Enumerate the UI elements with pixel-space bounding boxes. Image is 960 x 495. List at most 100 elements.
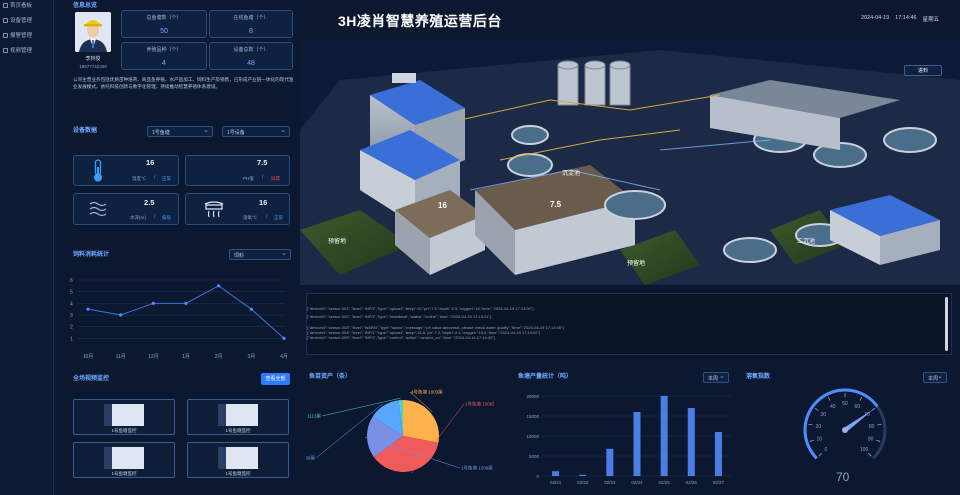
camera-feed[interactable]: 1号鱼塘监控 [73, 442, 175, 478]
camera-feed[interactable]: 1号鱼塘监控 [187, 442, 289, 478]
pie-label: 1号鱼塘 1309尾 [461, 465, 493, 472]
reading-label: 温度℃ [132, 176, 147, 181]
x-tick-label: 1月 [182, 354, 190, 360]
gauge-tick [868, 453, 872, 457]
camera-preview [104, 447, 144, 469]
bar [687, 408, 695, 476]
feed-series-line [87, 285, 285, 339]
camera-preview [218, 447, 258, 469]
stat-value: 4 [162, 60, 166, 67]
stat-card: 设备总数（个） 48 [209, 42, 293, 70]
pie-label: 3号鱼塘 1113尾 [306, 413, 321, 420]
feed-line-chart: 1 2 3 4 5 6 10月 11月 12月 1月 2月 3月 4月 [70, 278, 288, 360]
gauge-hub [842, 427, 848, 433]
flow-range-select[interactable]: 本周 [923, 372, 947, 383]
gauge-tick-label: 0 [825, 447, 828, 453]
camera-preview [218, 404, 258, 426]
y-tick-label: 1 [70, 336, 73, 342]
stat-card: 总鱼塘数（个） 50 [121, 10, 207, 38]
pond-select[interactable]: 1号鱼塘 [147, 126, 213, 137]
gauge-tick-label: 60 [854, 404, 860, 410]
scene-value: 7.5 [550, 200, 562, 209]
scene-label: 预留地 [328, 239, 347, 245]
view-all-button[interactable]: 查看全部 [261, 373, 290, 385]
divider: / [154, 214, 156, 220]
camera-label: 1号鱼塘监控 [111, 471, 137, 476]
camera-feed[interactable]: 1号鱼塘监控 [187, 399, 289, 435]
feed-section-title: 饲料消耗统计 [73, 252, 110, 258]
x-tick-label: 02/22 [577, 480, 589, 485]
reading-status: 异常 [271, 176, 280, 181]
flow-section-title: 溶氧指数 [746, 374, 771, 380]
gauge-tick [876, 439, 881, 442]
nav-item[interactable]: 设备管理 [3, 16, 32, 24]
gear-icon [3, 17, 8, 23]
reading-card: 2.5 水深(m) / 偏低 [73, 193, 179, 225]
reading-card: 16 温度℃ / 正常 [73, 155, 179, 186]
company-description: 公司主营业务包括优质苗种培育、商品鱼养殖、水产品加工、饲料生产及销售，已形成产业… [73, 77, 294, 89]
device-select[interactable]: 1号设备 [222, 126, 290, 137]
user-phone: 18977742300 [79, 64, 107, 69]
scene-value: 16 [438, 201, 447, 210]
scene-action-button[interactable]: 进料 [904, 65, 942, 76]
water-depth-icon [89, 201, 107, 217]
nav-item-label: 设备管理 [10, 18, 33, 24]
camera-label: 1号鱼塘监控 [111, 428, 137, 433]
bell-icon [3, 32, 8, 38]
reading-label: PH值 [243, 176, 254, 181]
stat-value: 48 [247, 60, 255, 67]
y-tick-label: 2 [70, 325, 73, 331]
pie-label: 2号鱼塘 1358尾 [306, 455, 315, 462]
assets-section-title: 鱼苗资产（条） [309, 374, 352, 380]
reading-card: 16 溶氧℃ / 正常 [185, 193, 290, 225]
stat-value: 50 [160, 28, 168, 35]
reading-value: 7.5 [257, 158, 268, 167]
plant-scene-svg [300, 40, 960, 285]
user-name: 李林俊 [85, 56, 101, 62]
video-section-title: 全场视频监控 [73, 376, 110, 382]
reading-card: 7.5 PH值 / 异常 [185, 155, 290, 186]
camera-label: 1号鱼塘监控 [225, 428, 251, 433]
gauge-tick [814, 407, 819, 411]
divider: / [266, 214, 268, 220]
info-section-title: 信息总览 [73, 3, 98, 9]
gauge-tick [859, 396, 863, 401]
y-tick-label: 20000 [526, 394, 539, 399]
bar [579, 474, 587, 476]
y-tick-label: 5 [70, 290, 73, 296]
nav-item-label: 报警管理 [10, 33, 33, 39]
nav-item[interactable]: 视频管理 [3, 46, 32, 54]
nav-item[interactable]: 报警管理 [3, 31, 32, 39]
camera-feed[interactable]: 1号鱼塘监控 [73, 399, 175, 435]
stat-label: 设备总数（个） [233, 47, 269, 53]
x-tick-label: 11月 [116, 354, 126, 360]
gauge-tick-label: 10 [817, 436, 823, 442]
assets-pie-chart: 4号鱼塘 1003尾 1号鱼塘 1508尾 1号鱼塘 1309尾 2号鱼塘 1358尾… [306, 389, 494, 474]
gauge-tick-label: 20 [816, 424, 822, 430]
gauge-tick-label: 30 [820, 412, 826, 418]
stat-value: 8 [249, 28, 253, 35]
y-tick-label: 6 [70, 278, 73, 284]
bar [714, 432, 722, 476]
gauge-tick-label: 40 [830, 404, 836, 410]
y-tick-label: 4 [70, 301, 73, 307]
yield-range-select[interactable]: 本周 [703, 372, 729, 383]
feed-select[interactable]: 饲料 [229, 249, 291, 260]
nav-item[interactable]: 首页看板 [3, 1, 32, 9]
page-title: 3H凌肖智慧养殖运营后台 [338, 13, 502, 29]
log-scrollbar[interactable] [945, 297, 948, 351]
pie-slice [403, 400, 439, 443]
camera-preview [104, 404, 144, 426]
reading-status: 正常 [274, 215, 283, 220]
data-point [151, 301, 155, 305]
data-point [86, 307, 90, 311]
scene-label: 二沉池 [797, 239, 816, 245]
data-point [119, 313, 123, 317]
plant-3d-view[interactable]: 沉淀池 预留地 预留地 二沉池 16 7.5 进料 [300, 40, 960, 285]
stat-card: 养殖品种（个） 4 [121, 42, 207, 70]
y-tick-label: 0 [536, 474, 539, 479]
device-log[interactable]: {"deviceId":"sensor-001","level":"INFO",… [306, 293, 952, 355]
gauge-tick [818, 453, 822, 457]
avatar [75, 12, 111, 52]
gauge-value: 70 [836, 470, 850, 484]
